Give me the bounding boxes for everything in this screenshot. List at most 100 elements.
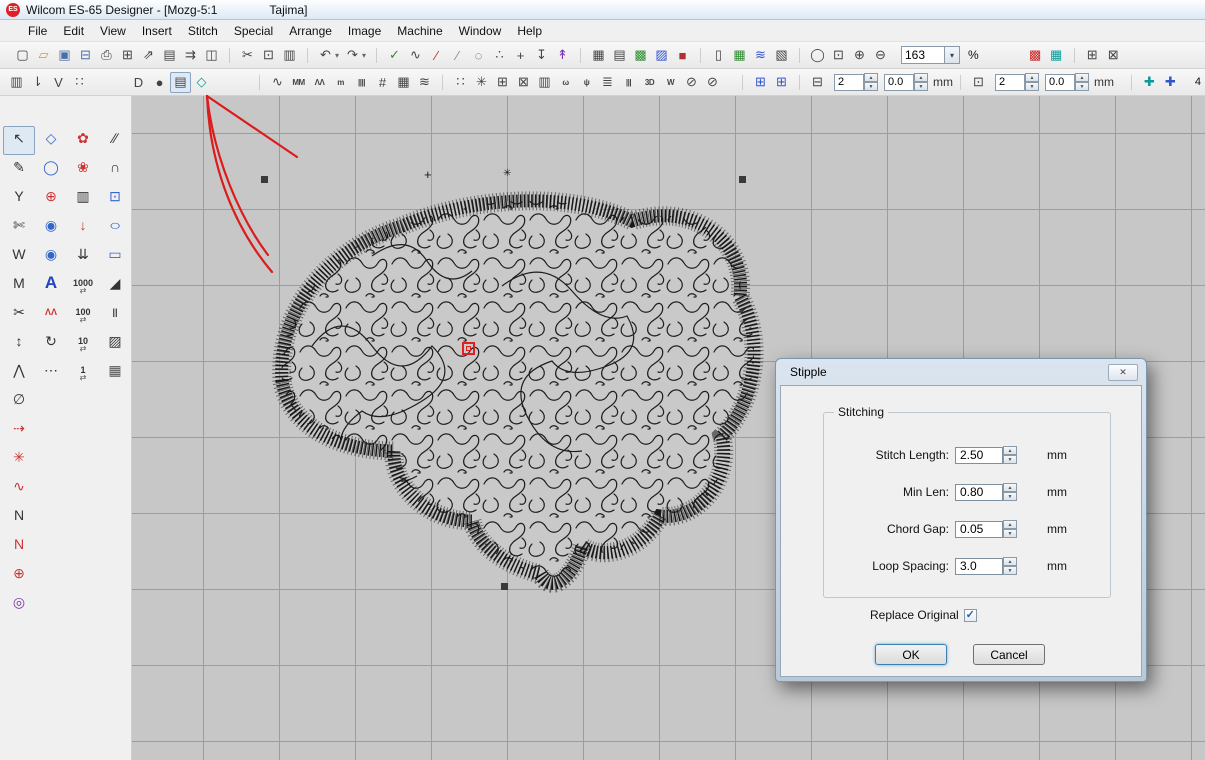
wrinkle-icon[interactable]: W: [660, 72, 681, 93]
menu-stitch[interactable]: Stitch: [180, 21, 226, 41]
monogram-red-icon[interactable]: ▩: [1025, 45, 1046, 66]
sphere-tool[interactable]: ◉: [35, 242, 67, 271]
dots-select-icon[interactable]: ∴: [489, 45, 510, 66]
line-fill-icon[interactable]: ≣: [597, 72, 618, 93]
add-circle-tool[interactable]: ⊕: [3, 561, 35, 590]
overlap-input[interactable]: [884, 74, 914, 91]
hatch-tool[interactable]: ∕∕: [99, 126, 131, 155]
title-bar[interactable]: ES Wilcom ES-65 Designer - [Mozg-5:1 Taj…: [0, 0, 1205, 20]
spin-down-button[interactable]: ▼: [1025, 82, 1039, 91]
embroidery-design[interactable]: [252, 166, 772, 626]
fill-dark-icon[interactable]: ■: [672, 45, 693, 66]
close-icon[interactable]: ✕: [1108, 364, 1138, 381]
arc-tool[interactable]: ∩: [99, 155, 131, 184]
needle-icon[interactable]: ↟: [552, 45, 573, 66]
layout-teal-icon[interactable]: ▦: [1046, 45, 1067, 66]
redo-dropdown-icon[interactable]: ▾: [359, 45, 369, 66]
print-icon[interactable]: ⎙: [96, 45, 117, 66]
zigzag-run-tool[interactable]: ∿: [3, 474, 35, 503]
spin-up-button[interactable]: ▲: [1003, 557, 1017, 566]
cancel-button[interactable]: Cancel: [973, 644, 1045, 665]
selection-handle[interactable]: [261, 176, 268, 183]
loop-spacing-input[interactable]: [955, 558, 1003, 575]
spin-up-button[interactable]: ▲: [1003, 483, 1017, 492]
send-shape-tool[interactable]: ⊡: [99, 184, 131, 213]
pan-all-icon[interactable]: ✚: [1160, 72, 1181, 93]
outline-d-icon[interactable]: D: [128, 72, 149, 93]
polygon-outline-icon[interactable]: ◇: [191, 72, 212, 93]
bar-fill-icon[interactable]: |||: [618, 72, 639, 93]
crosshair-icon[interactable]: +: [510, 45, 531, 66]
block-fill-tool[interactable]: ▦: [99, 358, 131, 387]
n-curve-tool[interactable]: Ν: [3, 503, 35, 532]
scatter-icon[interactable]: ∷: [69, 72, 90, 93]
print-preview-icon[interactable]: ⊞: [117, 45, 138, 66]
processor-icon[interactable]: ▯: [708, 45, 729, 66]
slant-block-tool[interactable]: ▨: [99, 329, 131, 358]
save-icon[interactable]: ▣: [54, 45, 75, 66]
slash-a-icon[interactable]: ⊘: [681, 72, 702, 93]
scale-10-tool[interactable]: 10 ⇄: [67, 329, 99, 358]
freehand-tool[interactable]: ✎: [3, 155, 35, 184]
reshape-tool[interactable]: ◇: [35, 126, 67, 155]
fan-tool[interactable]: ⋀: [3, 358, 35, 387]
ring-tool[interactable]: ∅: [3, 387, 35, 416]
star-run-tool[interactable]: ✳: [3, 445, 35, 474]
scale-100-tool[interactable]: 100 ⇄: [67, 300, 99, 329]
branch-digitize-tool[interactable]: ✿: [67, 126, 99, 155]
dash-arrow-tool[interactable]: ⇢: [3, 416, 35, 445]
oval-tool[interactable]: ◯: [35, 155, 67, 184]
zigzag-tool[interactable]: W: [3, 242, 35, 271]
trapunto-icon[interactable]: ψ: [576, 72, 597, 93]
align-grid-b-icon[interactable]: ⊞: [771, 72, 792, 93]
send-to-machine-icon[interactable]: ⇉: [180, 45, 201, 66]
selection-handle[interactable]: [501, 583, 508, 590]
fill-multi-icon[interactable]: ▨: [651, 45, 672, 66]
thread-icon[interactable]: ⇂: [27, 72, 48, 93]
applique-icon[interactable]: ⊠: [513, 72, 534, 93]
margin-input[interactable]: [995, 74, 1025, 91]
spin-down-button[interactable]: ▼: [864, 82, 878, 91]
pattern-shade-icon[interactable]: ▧: [771, 45, 792, 66]
motif-run-icon[interactable]: m: [330, 72, 351, 93]
zigzag-stitch-icon[interactable]: MM: [288, 72, 309, 93]
pull-comp-input[interactable]: [834, 74, 864, 91]
export-file-icon[interactable]: ⇗: [138, 45, 159, 66]
photo-stitch-icon[interactable]: ▥: [534, 72, 555, 93]
pen-red-icon[interactable]: ∕: [426, 45, 447, 66]
menu-machine[interactable]: Machine: [389, 21, 450, 41]
align-grid-a-icon[interactable]: ⊞: [750, 72, 771, 93]
menu-insert[interactable]: Insert: [134, 21, 180, 41]
ok-button[interactable]: OK: [875, 644, 947, 665]
output-b-icon[interactable]: ⊠: [1103, 45, 1124, 66]
spin-up-button[interactable]: ▲: [1003, 446, 1017, 455]
knife-tool[interactable]: ✄: [3, 213, 35, 242]
donut-tool[interactable]: ◎: [3, 590, 35, 619]
mirror-pair-tool[interactable]: ΛΛ: [35, 300, 67, 329]
travel-tool[interactable]: ◢: [99, 271, 131, 300]
sculpt-icon[interactable]: ω: [555, 72, 576, 93]
menu-view[interactable]: View: [92, 21, 134, 41]
pattern-wave-icon[interactable]: ≋: [750, 45, 771, 66]
spin-down-button[interactable]: ▼: [1003, 529, 1017, 538]
e-stitch-icon[interactable]: ΛΛ: [309, 72, 330, 93]
menu-file[interactable]: File: [20, 21, 55, 41]
wishbone-tool[interactable]: Y: [3, 184, 35, 213]
undo-dropdown-icon[interactable]: ▾: [332, 45, 342, 66]
globe-tool[interactable]: ◉: [35, 213, 67, 242]
offset-icon[interactable]: ⊡: [968, 72, 989, 93]
star-fill-icon[interactable]: ✳: [471, 72, 492, 93]
output-a-icon[interactable]: ⊞: [1082, 45, 1103, 66]
menu-edit[interactable]: Edit: [55, 21, 92, 41]
column-tool[interactable]: ▥: [67, 184, 99, 213]
stitch-length-input[interactable]: [955, 447, 1003, 464]
card-reader-icon[interactable]: ▤: [159, 45, 180, 66]
three-d-icon[interactable]: 3D: [639, 72, 660, 93]
dotted-run-tool[interactable]: ⋯: [35, 358, 67, 387]
rotate-tool[interactable]: ↻: [35, 329, 67, 358]
pan-icon[interactable]: ✚: [1139, 72, 1160, 93]
target-tool[interactable]: ⊕: [35, 184, 67, 213]
paste-icon[interactable]: ▥: [279, 45, 300, 66]
menu-special[interactable]: Special: [226, 21, 281, 41]
zoom-box-icon[interactable]: ⊡: [828, 45, 849, 66]
